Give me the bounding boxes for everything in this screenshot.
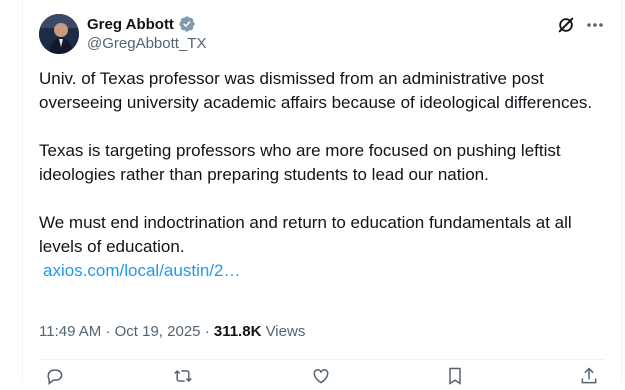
tweet-card: Greg Abbott @GregAbbott_TX Univ. of Texa…: [22, 0, 622, 386]
share-icon: [581, 367, 597, 384]
tweet-text: Univ. of Texas professor was dismissed f…: [39, 67, 607, 283]
views-count[interactable]: 311.8K: [214, 323, 262, 340]
tweet-paragraph: Univ. of Texas professor was dismissed f…: [39, 69, 593, 112]
share-button[interactable]: [579, 366, 599, 386]
grok-icon[interactable]: [557, 16, 575, 34]
author-names: Greg Abbott @GregAbbott_TX: [87, 15, 206, 53]
reply-icon: [47, 369, 63, 386]
like-icon: [313, 368, 329, 384]
post-time[interactable]: 11:49 AM: [39, 323, 101, 340]
display-name[interactable]: Greg Abbott: [87, 16, 174, 33]
more-icon[interactable]: [585, 16, 605, 34]
action-bar: [39, 366, 605, 390]
tweet-paragraph: We must end indoctrination and return to…: [39, 213, 572, 256]
verified-badge-icon[interactable]: [178, 15, 196, 33]
repost-icon: [174, 369, 192, 383]
bookmark-icon: [449, 367, 461, 385]
display-name-row: Greg Abbott: [87, 15, 206, 33]
article-link[interactable]: axios.com/local/austin/2…: [39, 261, 240, 280]
meta-separator: ·: [204, 323, 214, 340]
post-date[interactable]: Oct 19, 2025: [115, 323, 201, 340]
reply-button[interactable]: [45, 366, 65, 386]
tweet-meta: 11:49 AM · Oct 19, 2025 · 311.8K Views: [39, 323, 305, 340]
meta-separator: ·: [105, 323, 115, 340]
author-handle[interactable]: @GregAbbott_TX: [87, 35, 206, 52]
like-button[interactable]: [311, 366, 331, 386]
avatar-image: [39, 14, 79, 54]
avatar[interactable]: [39, 14, 79, 54]
divider: [39, 359, 605, 360]
tweet-header: Greg Abbott @GregAbbott_TX: [39, 14, 609, 58]
views-label: Views: [265, 323, 306, 340]
repost-button[interactable]: [173, 366, 193, 386]
bookmark-button[interactable]: [445, 366, 465, 386]
tweet-paragraph: Texas is targeting professors who are mo…: [39, 141, 561, 184]
